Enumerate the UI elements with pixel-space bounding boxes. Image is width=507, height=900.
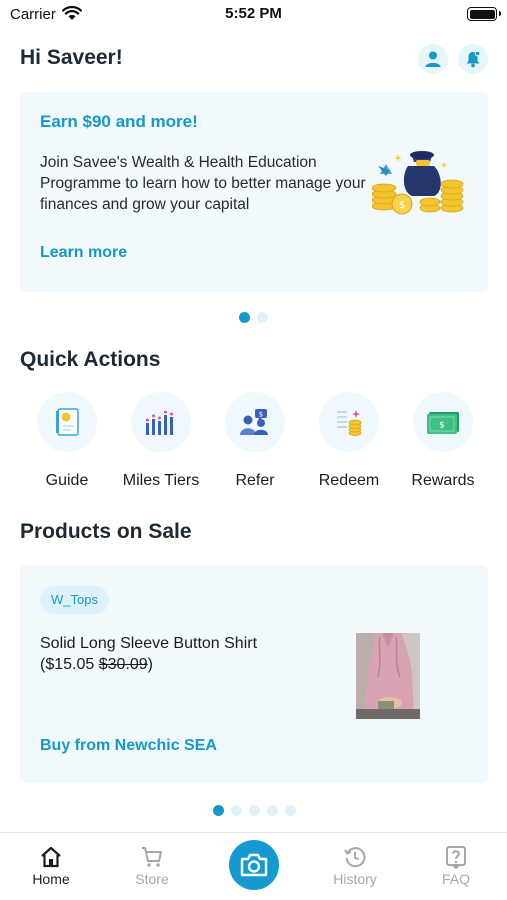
product-price: ($15.05 $30.09)	[40, 656, 153, 674]
product-card[interactable]: W_Tops Solid Long Sleeve Button Shirt ($…	[20, 565, 488, 783]
tab-label: History	[333, 871, 377, 887]
camera-icon	[240, 853, 268, 877]
price-close: )	[147, 656, 153, 673]
user-icon	[425, 51, 441, 67]
product-image[interactable]	[356, 633, 420, 719]
quick-action-label: Refer	[235, 472, 275, 489]
carousel-dot[interactable]	[249, 805, 260, 816]
question-icon	[446, 846, 466, 869]
quick-action-label: Guide	[45, 472, 89, 489]
bar-chart-icon	[146, 410, 173, 435]
tab-label: FAQ	[441, 871, 470, 887]
carousel-dot[interactable]	[285, 805, 296, 816]
coins-icon	[337, 410, 362, 436]
carousel-dot[interactable]	[257, 312, 268, 323]
cash-icon: $	[427, 412, 459, 434]
carousel-dot[interactable]	[213, 805, 224, 816]
quick-action-refer[interactable]: $ Refer	[208, 392, 302, 490]
history-icon	[344, 847, 366, 868]
product-carousel-dots[interactable]	[213, 805, 296, 816]
tab-faq[interactable]: FAQ	[416, 833, 496, 900]
quick-action-rewards[interactable]: $ Rewards	[396, 392, 490, 490]
clock: 5:52 PM	[225, 5, 282, 22]
status-bar: Carrier 5:52 PM	[0, 0, 507, 30]
promo-title: Earn $90 and more!	[40, 112, 198, 131]
carousel-dot[interactable]	[231, 805, 242, 816]
guide-book-icon	[56, 408, 79, 436]
promo-carousel-dots[interactable]	[239, 312, 268, 323]
learn-more-link[interactable]: Learn more	[40, 244, 127, 262]
battery-icon	[467, 7, 501, 21]
bell-icon	[466, 50, 481, 68]
quick-action-label: Miles Tiers	[122, 472, 200, 489]
profile-button[interactable]	[418, 44, 448, 74]
home-icon	[41, 846, 61, 868]
products-section-title: Products on Sale	[20, 520, 192, 543]
cart-icon	[142, 847, 162, 867]
camera-button[interactable]	[229, 840, 279, 890]
quick-action-guide[interactable]: Guide	[20, 392, 114, 490]
product-name: Solid Long Sleeve Button Shirt	[40, 635, 258, 652]
quick-action-label: Redeem	[318, 472, 380, 489]
carousel-dot[interactable]	[239, 312, 250, 323]
tab-history[interactable]: History	[315, 833, 395, 900]
greeting-title: Hi Saveer!	[20, 46, 123, 69]
carousel-dot[interactable]	[267, 805, 278, 816]
people-icon: $	[240, 409, 268, 435]
category-tag: W_Tops	[40, 586, 109, 614]
quick-action-redeem[interactable]: Redeem	[302, 392, 396, 490]
tab-label: Store	[135, 871, 169, 887]
quick-action-miles-tiers[interactable]: Miles Tiers	[114, 392, 208, 490]
original-price: $30.09	[98, 656, 148, 673]
svg-text:$: $	[399, 200, 405, 211]
notifications-button[interactable]	[458, 44, 488, 74]
quick-action-label: Rewards	[411, 472, 475, 489]
tab-home[interactable]: Home	[11, 833, 91, 900]
quick-actions-title: Quick Actions	[20, 348, 161, 371]
svg-text:$: $	[259, 411, 263, 419]
sale-price: ($15.05	[40, 656, 99, 673]
tab-store[interactable]: Store	[112, 833, 192, 900]
quick-actions-row: Guide Miles Tiers $ Refer Redeem $ Rewar…	[20, 392, 490, 492]
money-bag-coins-illustration: $	[372, 151, 464, 215]
tab-label: Home	[32, 871, 70, 887]
promo-body: Join Savee's Wealth & Health Education P…	[40, 154, 366, 213]
buy-link[interactable]: Buy from Newchic SEA	[40, 737, 217, 755]
svg-text:$: $	[439, 421, 445, 431]
promo-card[interactable]: Earn $90 and more! Join Savee's Wealth &…	[20, 92, 488, 292]
